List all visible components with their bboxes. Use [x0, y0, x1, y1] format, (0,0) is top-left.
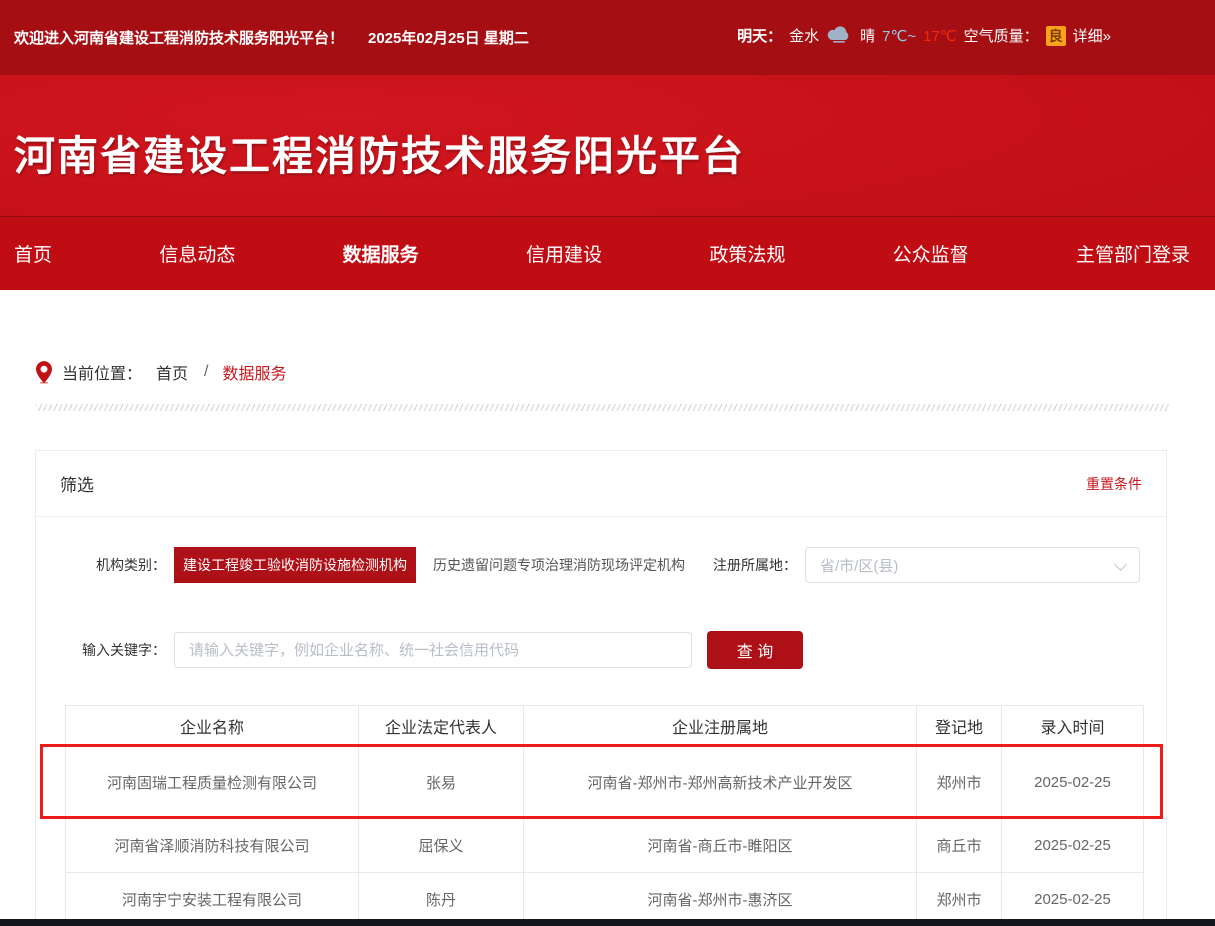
cell-legal-rep: 屈保义	[359, 819, 524, 873]
cell-registration-place: 商丘市	[917, 819, 1002, 873]
page: 欢迎进入河南省建设工程消防技术服务阳光平台！ 2025年02月25日 星期二 明…	[0, 0, 1215, 926]
site-header: 河南省建设工程消防技术服务阳光平台	[0, 75, 1215, 216]
breadcrumb-current-link[interactable]: 数据服务	[222, 360, 286, 384]
cell-registered-region: 河南省-郑州市-郑州高新技术产业开发区	[524, 746, 917, 819]
filter-panel-header: 筛选 重置条件	[36, 451, 1166, 517]
bottom-edge-bar	[0, 919, 1215, 926]
category-label: 机构类别：	[36, 555, 166, 575]
table-row[interactable]: 河南省泽顺消防科技有限公司 屈保义 河南省-商丘市-睢阳区 商丘市 2025-0…	[66, 819, 1144, 873]
cloud-icon	[826, 24, 853, 47]
cell-company-name: 河南宇宁安装工程有限公司	[66, 873, 359, 926]
weather-tomorrow-label: 明天：	[737, 25, 782, 46]
filter-row-keyword: 输入关键字： 查 询	[36, 631, 1166, 669]
breadcrumb-home-link[interactable]: 首页	[156, 360, 188, 384]
nav-item-supervision[interactable]: 公众监督	[893, 240, 969, 267]
main-nav: 首页 信息动态 数据服务 信用建设 政策法规 公众监督 主管部门登录	[0, 216, 1215, 290]
col-header-legal-rep: 企业法定代表人	[359, 706, 524, 746]
region-filter-group: 注册所属地： 省/市/区(县)	[713, 547, 1140, 583]
reset-filters-link[interactable]: 重置条件	[1086, 474, 1142, 494]
nav-item-admin-login[interactable]: 主管部门登录	[1076, 240, 1190, 267]
cell-company-name: 河南固瑞工程质量检测有限公司	[66, 746, 359, 819]
nav-item-news[interactable]: 信息动态	[159, 240, 235, 267]
temp-low: 7℃~	[882, 27, 916, 45]
aqi-label: 空气质量：	[964, 25, 1039, 46]
region-select-placeholder: 省/市/区(县)	[820, 555, 898, 576]
breadcrumb-separator: /	[204, 363, 208, 381]
date-text: 2025年02月25日 星期二	[368, 27, 529, 48]
weather-detail-link[interactable]: 详细»	[1073, 25, 1111, 46]
cell-registration-place: 郑州市	[917, 873, 1002, 926]
cell-legal-rep: 陈丹	[359, 873, 524, 926]
welcome-text: 欢迎进入河南省建设工程消防技术服务阳光平台！	[14, 27, 344, 48]
cell-entry-date: 2025-02-25	[1002, 873, 1144, 926]
weather-district: 金水	[789, 25, 819, 46]
cell-registration-place: 郑州市	[917, 746, 1002, 819]
region-label: 注册所属地：	[713, 555, 797, 575]
chevron-down-icon	[1114, 558, 1127, 571]
nav-item-policy[interactable]: 政策法规	[709, 240, 785, 267]
hatched-divider	[36, 404, 1170, 411]
filter-panel: 筛选 重置条件 机构类别： 建设工程竣工验收消防设施检测机构 历史遗留问题专项治…	[35, 450, 1167, 926]
table-header-row: 企业名称 企业法定代表人 企业注册属地 登记地 录入时间	[66, 706, 1144, 746]
table-row[interactable]: 河南固瑞工程质量检测有限公司 张易 河南省-郑州市-郑州高新技术产业开发区 郑州…	[66, 746, 1144, 819]
nav-item-home[interactable]: 首页	[14, 240, 52, 267]
cell-legal-rep: 张易	[359, 746, 524, 819]
cell-entry-date: 2025-02-25	[1002, 819, 1144, 873]
location-pin-icon	[36, 361, 52, 384]
category-option-detection-agency[interactable]: 建设工程竣工验收消防设施检测机构	[174, 547, 416, 583]
filter-row-category: 机构类别： 建设工程竣工验收消防设施检测机构 历史遗留问题专项治理消防现场评定机…	[36, 547, 1166, 583]
keyword-input[interactable]	[174, 632, 692, 668]
nav-item-data-service[interactable]: 数据服务	[343, 240, 419, 267]
category-option-assessment-agency[interactable]: 历史遗留问题专项治理消防现场评定机构	[424, 547, 694, 583]
cell-registered-region: 河南省-商丘市-睢阳区	[524, 819, 917, 873]
weather-widget: 明天： 金水 晴 7℃~ 17℃ 空气质量： 良 详细»	[737, 24, 1111, 47]
weather-condition: 晴	[860, 25, 875, 46]
breadcrumb: 当前位置： 首页 / 数据服务	[36, 360, 287, 384]
table-row[interactable]: 河南宇宁安装工程有限公司 陈丹 河南省-郑州市-惠济区 郑州市 2025-02-…	[66, 873, 1144, 926]
agency-table: 企业名称 企业法定代表人 企业注册属地 登记地 录入时间 河南固瑞工程质量检测有…	[65, 705, 1144, 926]
site-title: 河南省建设工程消防技术服务阳光平台	[14, 122, 745, 182]
cell-entry-date: 2025-02-25	[1002, 746, 1144, 819]
col-header-entry-date: 录入时间	[1002, 706, 1144, 746]
col-header-company-name: 企业名称	[66, 706, 359, 746]
col-header-registered-region: 企业注册属地	[524, 706, 917, 746]
search-button[interactable]: 查 询	[707, 631, 803, 669]
cell-company-name: 河南省泽顺消防科技有限公司	[66, 819, 359, 873]
keyword-label: 输入关键字：	[36, 640, 166, 660]
region-select[interactable]: 省/市/区(县)	[805, 547, 1140, 583]
cell-registered-region: 河南省-郑州市-惠济区	[524, 873, 917, 926]
filter-title: 筛选	[60, 471, 94, 496]
temp-high: 17℃	[923, 27, 957, 45]
breadcrumb-label: 当前位置：	[62, 360, 142, 384]
nav-item-credit[interactable]: 信用建设	[526, 240, 602, 267]
top-utility-bar: 欢迎进入河南省建设工程消防技术服务阳光平台！ 2025年02月25日 星期二 明…	[0, 0, 1215, 75]
aqi-badge: 良	[1046, 26, 1066, 46]
col-header-registration-place: 登记地	[917, 706, 1002, 746]
